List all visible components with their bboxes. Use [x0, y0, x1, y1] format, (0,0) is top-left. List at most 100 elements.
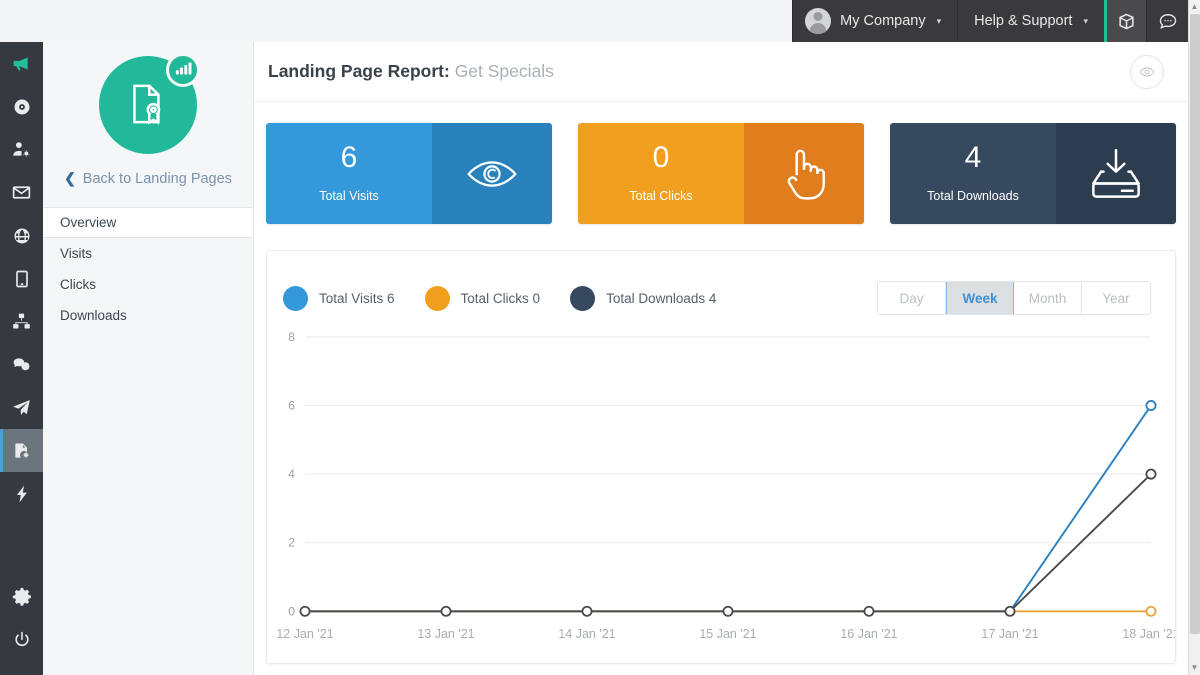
y-axis-tick-label: 8 — [288, 330, 295, 344]
sidebar-item-label: Visits — [60, 246, 93, 261]
stat-card-total-visits[interactable]: 6 Total Visits — [266, 123, 552, 224]
envelope-icon — [12, 186, 31, 199]
stat-cards: 6 Total Visits 0 Total Clicks 4 Total Do… — [254, 102, 1188, 224]
stat-card-icon-panel — [1056, 123, 1176, 224]
x-axis-tick-label: 14 Jan '21 — [558, 627, 615, 641]
range-button-year[interactable]: Year — [1082, 282, 1150, 314]
x-axis-tick-label: 18 Jan '21 — [1122, 627, 1175, 641]
bar-chart-icon — [175, 62, 191, 75]
data-point-marker — [722, 605, 734, 617]
avatar — [805, 8, 832, 34]
x-axis-tick-label: 13 Jan '21 — [417, 627, 474, 641]
sidebar-item-triggers[interactable] — [0, 472, 43, 515]
megaphone-icon — [13, 57, 28, 71]
tablet-icon — [15, 270, 28, 287]
sidebar-item-mobile[interactable] — [0, 257, 43, 300]
company-menu[interactable]: My Company ▾ — [792, 0, 958, 42]
back-to-landing-pages-link[interactable]: ❮ Back to Landing Pages — [43, 170, 253, 187]
certificate-document-icon — [133, 84, 161, 125]
legend-color-swatch — [570, 285, 596, 311]
x-axis-tick-label: 15 Jan '21 — [699, 627, 756, 641]
landing-page-logo — [43, 42, 253, 154]
data-point-marker — [1004, 605, 1016, 617]
primary-nav-rail — [0, 42, 43, 675]
chat-bubble-icon-button[interactable] — [1146, 0, 1188, 42]
sidebar-item-automation[interactable] — [0, 300, 43, 343]
legend-label: Total Clicks 0 — [460, 290, 541, 306]
sidebar-item-settings[interactable] — [0, 575, 43, 618]
scroll-up-arrow[interactable]: ▲ — [1191, 0, 1199, 14]
page-scrollbar[interactable]: ▲ ▼ — [1188, 0, 1200, 675]
data-point-marker — [440, 605, 452, 617]
company-menu-label: My Company — [840, 13, 926, 29]
y-axis-tick-label: 6 — [288, 399, 295, 413]
sidebar-item-web[interactable] — [0, 214, 43, 257]
top-bar: My Company ▾ Help & Support ▾ — [0, 0, 1188, 42]
stat-label: Total Downloads — [927, 189, 1019, 204]
series-line — [305, 404, 1152, 613]
data-point-marker — [1145, 605, 1157, 617]
line-chart[interactable]: 0 2 4 6 8 12 Jan '21 13 Jan '21 14 Jan '21 15 Ja… — [267, 323, 1175, 663]
legend-color-swatch — [424, 285, 450, 311]
chat-bubble-icon — [1159, 14, 1176, 29]
report-sidebar: ❮ Back to Landing Pages Overview Visits … — [43, 42, 254, 675]
help-support-menu[interactable]: Help & Support ▾ — [957, 0, 1104, 42]
sidebar-item-downloads[interactable]: Downloads — [43, 300, 253, 331]
sidebar-item-clicks[interactable]: Clicks — [43, 269, 253, 300]
stat-card-total-downloads[interactable]: 4 Total Downloads — [890, 123, 1176, 224]
chart-panel: Total Visits 6 Total Clicks 0 Total Down… — [266, 250, 1176, 664]
top-bar-right-group: My Company ▾ Help & Support ▾ — [792, 0, 1188, 42]
chart-legend: Total Visits 6 Total Clicks 0 Total Down… — [283, 285, 716, 311]
main-content: Landing Page Report: Get Specials 6 Tota… — [254, 42, 1188, 675]
preview-button[interactable] — [1130, 54, 1164, 89]
sidebar-item-social[interactable] — [0, 343, 43, 386]
eye-icon — [1139, 66, 1155, 77]
stat-card-total-clicks[interactable]: 0 Total Clicks — [578, 123, 864, 224]
sitemap-icon — [13, 313, 30, 329]
sidebar-item-send[interactable] — [0, 386, 43, 429]
y-axis-tick-label: 4 — [288, 467, 295, 481]
download-tray-icon — [1092, 148, 1140, 198]
x-axis-tick-label: 17 Jan '21 — [981, 627, 1038, 641]
data-point-marker — [1145, 468, 1157, 480]
scrollbar-thumb[interactable] — [1189, 14, 1200, 634]
time-range-selector: Day Week Month Year — [877, 281, 1151, 315]
sidebar-item-campaigns[interactable] — [0, 42, 43, 85]
sidebar-item-logout[interactable] — [0, 618, 43, 661]
legend-color-swatch — [283, 285, 308, 311]
range-button-day[interactable]: Day — [878, 282, 946, 314]
x-axis-tick-label: 16 Jan '21 — [840, 627, 897, 641]
gear-icon — [12, 587, 31, 606]
sidebar-item-visits[interactable]: Visits — [43, 238, 253, 269]
page-title-name: Get Specials — [454, 61, 554, 81]
legend-item-total-visits[interactable]: Total Visits 6 — [283, 285, 395, 311]
bolt-icon — [16, 485, 27, 502]
stat-value: 4 — [964, 140, 982, 174]
scroll-down-arrow[interactable]: ▼ — [1191, 661, 1199, 675]
chevron-down-icon: ▾ — [1083, 15, 1088, 26]
report-nav-list: Overview Visits Clicks Downloads — [43, 207, 253, 331]
stat-value: 0 — [652, 140, 670, 174]
paper-plane-icon — [13, 400, 30, 415]
package-icon-button[interactable] — [1104, 0, 1146, 42]
sidebar-item-landing-pages[interactable] — [0, 429, 43, 472]
stat-card-icon-panel — [432, 123, 552, 224]
sidebar-item-overview[interactable]: Overview — [43, 207, 253, 238]
page-title: Landing Page Report: Get Specials — [268, 61, 554, 82]
sidebar-item-dashboard[interactable] — [0, 85, 43, 128]
chevron-down-icon: ▾ — [936, 15, 942, 26]
range-button-week[interactable]: Week — [946, 282, 1014, 314]
stat-label: Total Visits — [319, 189, 379, 204]
sidebar-item-email[interactable] — [0, 171, 43, 214]
legend-item-total-clicks[interactable]: Total Clicks 0 — [424, 285, 541, 311]
help-support-label: Help & Support — [974, 13, 1073, 29]
x-axis-tick-label: 12 Jan '21 — [276, 627, 333, 641]
globe-icon — [13, 228, 29, 243]
user-settings-icon — [13, 142, 30, 157]
range-button-month[interactable]: Month — [1014, 282, 1082, 314]
stat-card-body: 6 Total Visits — [266, 123, 432, 224]
data-point-marker — [863, 605, 875, 617]
sidebar-item-contacts[interactable] — [0, 128, 43, 171]
legend-item-total-downloads[interactable]: Total Downloads 4 — [570, 285, 716, 311]
pointing-hand-icon — [787, 149, 825, 200]
